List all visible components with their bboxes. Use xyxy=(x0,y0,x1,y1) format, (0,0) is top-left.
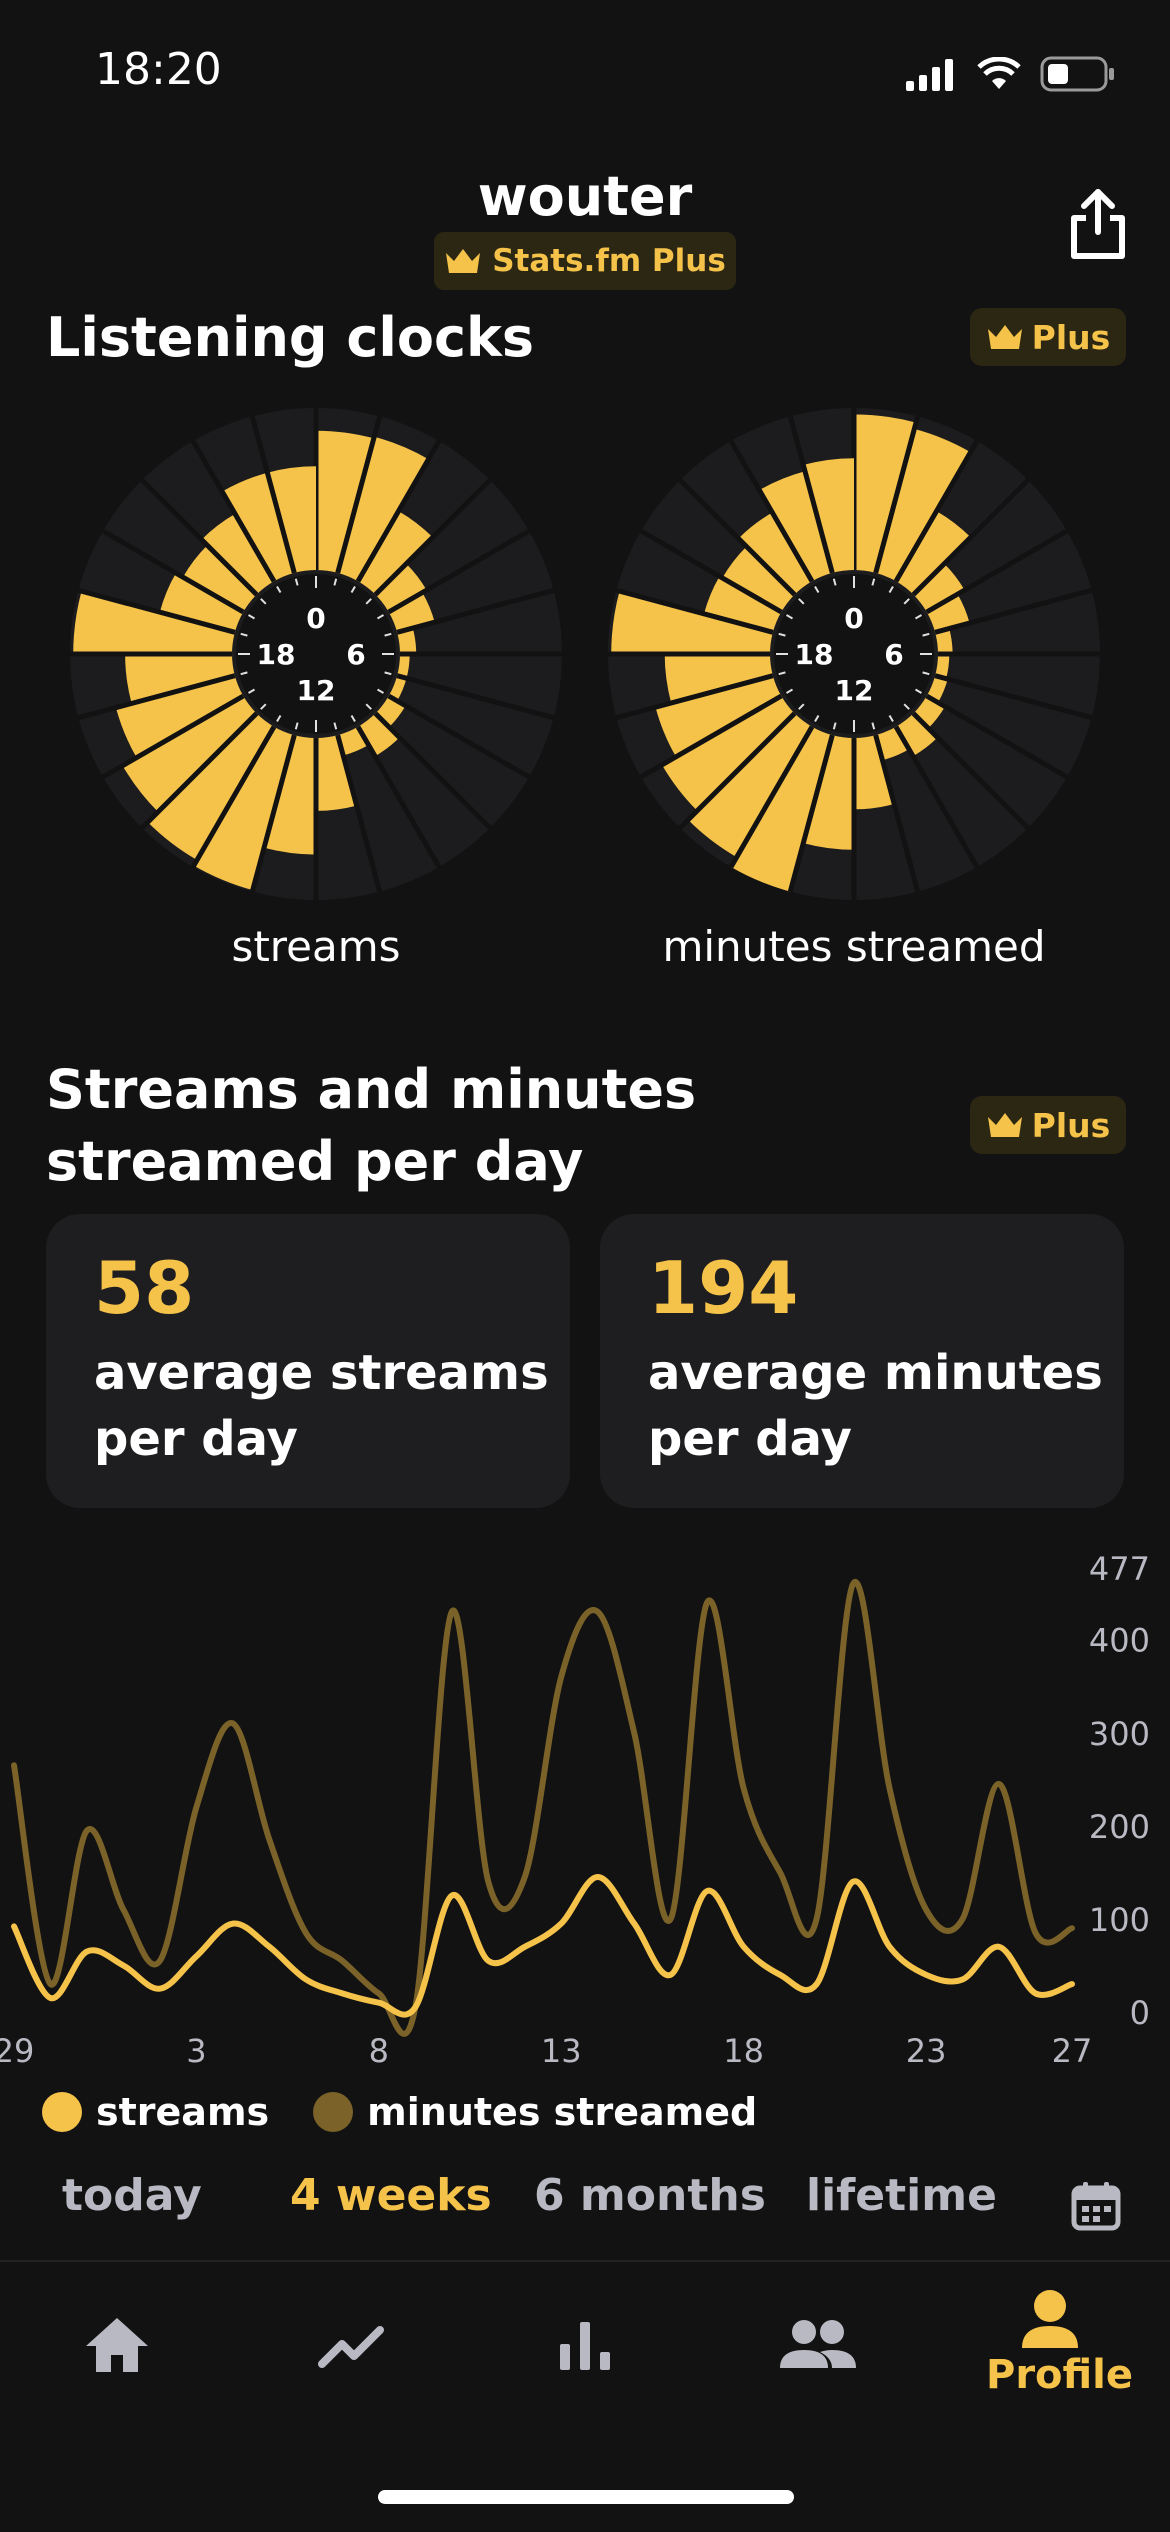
streams-clock-label: streams xyxy=(231,922,401,971)
status-time: 18:20 xyxy=(95,44,222,95)
chart-legend: streams minutes streamed xyxy=(42,2090,801,2134)
tab-bar-divider xyxy=(0,2260,1170,2262)
minutes-listening-clock: 06 1218 xyxy=(608,408,1100,900)
y-tick-label: 0 xyxy=(1130,1994,1150,2032)
tab-home[interactable] xyxy=(72,2300,162,2390)
average-streams-card: 58 average streams per day xyxy=(46,1214,570,1508)
listening-clocks-title: Listening clocks xyxy=(46,306,535,369)
average-minutes-card: 194 average minutes per day xyxy=(600,1214,1124,1508)
tab-profile-label[interactable]: Profile xyxy=(986,2352,1133,2398)
y-tick-label: 400 xyxy=(1089,1622,1150,1660)
calendar-button[interactable] xyxy=(1070,2180,1122,2232)
calendar-icon xyxy=(1071,2182,1121,2231)
y-tick-label: 477 xyxy=(1089,1550,1150,1588)
clock-hour-label: 0 xyxy=(844,602,863,635)
x-tick-label: 3 xyxy=(186,2032,206,2070)
x-tick-label: 8 xyxy=(369,2032,389,2070)
bar-chart-icon xyxy=(560,2322,610,2370)
legend-item-streams: streams xyxy=(42,2090,269,2134)
crown-icon xyxy=(987,325,1022,349)
y-tick-label: 100 xyxy=(1089,1901,1150,1939)
legend-item-minutes: minutes streamed xyxy=(313,2090,757,2134)
x-tick-label: 23 xyxy=(906,2032,947,2070)
per-day-title: Streams and minutes streamed per day xyxy=(46,1058,697,1193)
clock-hour-label: 12 xyxy=(297,674,336,707)
legend-swatch-streams xyxy=(42,2092,82,2132)
cellular-signal-icon xyxy=(906,59,953,91)
minutes-clock-label: minutes streamed xyxy=(662,922,1046,971)
tab-profile[interactable] xyxy=(1000,2288,1100,2348)
tab-friends[interactable] xyxy=(772,2300,862,2390)
streams-listening-clock: 06 1218 xyxy=(70,408,562,900)
average-streams-value: 58 xyxy=(94,1246,195,1330)
x-tick-label: 29 xyxy=(0,2032,34,2070)
average-minutes-value: 194 xyxy=(648,1246,799,1330)
per-day-plus-badge[interactable]: Plus xyxy=(970,1096,1126,1154)
average-minutes-label: average minutes per day xyxy=(648,1345,1103,1467)
share-icon xyxy=(1071,189,1125,259)
legend-swatch-minutes xyxy=(313,2092,354,2132)
streams-minutes-line-chart: 0 100 200 300 400 477 29 3 8 13 18 23 27 xyxy=(0,1550,1150,2070)
x-tick-label: 27 xyxy=(1052,2032,1093,2070)
share-button[interactable] xyxy=(1066,188,1130,262)
clock-hour-label: 12 xyxy=(835,674,874,707)
series-line-streams xyxy=(11,1874,1075,2018)
legend-label-minutes: minutes streamed xyxy=(367,2090,758,2134)
average-streams-label: average streams per day xyxy=(94,1345,549,1467)
clock-hour-label: 0 xyxy=(306,602,325,635)
legend-label-streams: streams xyxy=(96,2090,270,2134)
listening-clocks-plus-badge[interactable]: Plus xyxy=(970,308,1126,366)
range-today[interactable]: today xyxy=(62,2170,202,2221)
crown-icon xyxy=(987,1113,1022,1137)
y-tick-label: 200 xyxy=(1089,1808,1150,1846)
range-6-months[interactable]: 6 months xyxy=(534,2170,766,2221)
clock-hour-label: 6 xyxy=(884,638,903,671)
trending-icon xyxy=(318,2326,384,2368)
plan-badge-label: Stats.fm Plus xyxy=(492,243,726,279)
range-lifetime[interactable]: lifetime xyxy=(806,2170,997,2221)
y-tick-label: 300 xyxy=(1089,1715,1150,1753)
status-icons xyxy=(906,52,1116,96)
home-indicator xyxy=(378,2490,794,2504)
crown-icon xyxy=(446,249,481,273)
tab-charts[interactable] xyxy=(540,2300,630,2390)
profile-icon xyxy=(1022,2290,1078,2348)
plus-badge-label: Plus xyxy=(1031,1105,1111,1145)
clock-hour-label: 18 xyxy=(257,638,296,671)
plus-badge-label: Plus xyxy=(1031,317,1111,357)
profile-username: wouter xyxy=(477,165,693,228)
battery-icon xyxy=(1040,56,1114,92)
x-tick-label: 18 xyxy=(723,2032,764,2070)
tab-trending[interactable] xyxy=(306,2300,396,2390)
clock-hour-label: 18 xyxy=(795,638,834,671)
plan-badge: Stats.fm Plus xyxy=(434,232,736,290)
x-tick-label: 13 xyxy=(541,2032,582,2070)
home-icon xyxy=(86,2318,148,2372)
clock-hour-label: 6 xyxy=(346,638,365,671)
wifi-icon xyxy=(977,57,1021,89)
range-4-weeks[interactable]: 4 weeks xyxy=(290,2170,492,2221)
friends-icon xyxy=(780,2320,856,2368)
